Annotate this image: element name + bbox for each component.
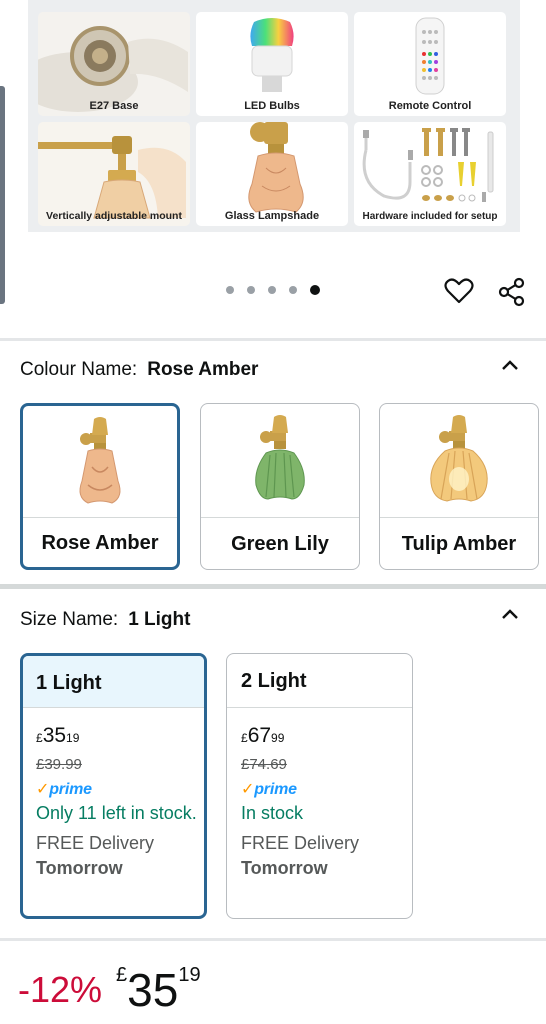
colour-option-rose-amber[interactable]: Rose Amber [20,403,180,570]
carousel-dot[interactable] [247,286,255,294]
size-option-2-light[interactable]: 2 Light £6799 £74.69 ✓prime In stock FRE… [226,653,413,919]
section-divider [0,338,546,341]
carousel-dot[interactable] [268,286,276,294]
current-price: £3519 [116,964,201,1016]
size-option-price: £6799 [241,724,285,747]
size-option-delivery: FREE Delivery [36,833,155,853]
gallery-caption: Glass Lampshade [224,210,320,222]
size-option-1-light[interactable]: 1 Light £3519 £39.99 ✓prime Only 11 left… [20,653,207,919]
gallery-tile-adjustable-mount: Vertically adjustable mount [38,122,190,226]
gallery-tile-led-bulbs: LED Bulbs [196,12,348,116]
section-divider [0,584,546,589]
colour-option-label: Tulip Amber [380,517,538,569]
gallery-tile-remote-control: Remote Control [354,12,506,116]
colour-name-label: Colour Name: [20,359,138,380]
collapse-size-button[interactable] [500,607,520,621]
heart-icon [444,278,474,304]
size-option-stock: Only 11 left in stock. [36,803,197,823]
scroll-indicator [0,86,5,304]
share-icon [498,277,525,307]
gallery-caption: E27 Base [89,100,139,112]
size-name-value: 1 Light [128,609,191,630]
gallery-tile-glass-lampshade: Glass Lampshade [196,122,348,226]
gallery-caption: LED Bulbs [244,100,300,112]
gallery-caption: Vertically adjustable mount [46,210,182,222]
size-option-delivery-day: Tomorrow [36,858,123,878]
carousel-dot[interactable] [226,286,234,294]
colour-option-tulip-amber[interactable]: Tulip Amber [379,403,539,570]
share-button[interactable] [497,277,527,307]
price-block: -12% £3519 [18,963,201,1016]
chevron-up-icon [502,360,518,370]
size-option-was-price: £74.69 [241,756,287,773]
colour-name-header: Colour Name: Rose Amber [20,359,258,381]
size-option-label: 2 Light [227,654,412,708]
colour-option-label: Rose Amber [23,517,177,567]
gallery-caption: Remote Control [388,100,472,112]
colour-option-label: Green Lily [201,517,359,569]
size-option-stock: In stock [241,803,304,823]
green-lily-lamp-image [255,415,305,500]
collapse-colour-button[interactable] [500,358,520,372]
gallery-caption: Hardware included for setup [362,211,498,222]
carousel-dots[interactable] [226,285,320,295]
carousel-dot-active[interactable] [310,285,320,295]
section-divider [0,938,546,941]
colour-name-value: Rose Amber [147,359,259,380]
prime-badge: ✓prime [36,781,92,798]
carousel-dot[interactable] [289,286,297,294]
size-option-price: £3519 [36,724,80,747]
chevron-up-icon [502,609,518,619]
gallery-tile-hardware: Hardware included for setup [354,122,506,226]
size-name-label: Size Name: [20,609,119,630]
size-name-header: Size Name: 1 Light [20,609,190,631]
product-image[interactable]: E27 Base LED Bulbs Remote Control Vertic… [28,0,520,232]
gallery-tile-e27-base: E27 Base [38,12,190,116]
rose-amber-lamp-image [79,417,121,504]
colour-option-green-lily[interactable]: Green Lily [200,403,360,570]
size-option-delivery-day: Tomorrow [241,858,328,878]
prime-check-icon: ✓ [36,781,50,798]
size-option-delivery: FREE Delivery [241,833,360,853]
tulip-amber-lamp-image [430,415,488,502]
prime-badge: ✓prime [241,781,297,798]
prime-check-icon: ✓ [241,781,255,798]
add-to-wishlist-button[interactable] [444,277,474,305]
size-option-label: 1 Light [23,656,204,708]
size-option-was-price: £39.99 [36,756,82,773]
discount-percentage: -12% [18,969,103,1010]
